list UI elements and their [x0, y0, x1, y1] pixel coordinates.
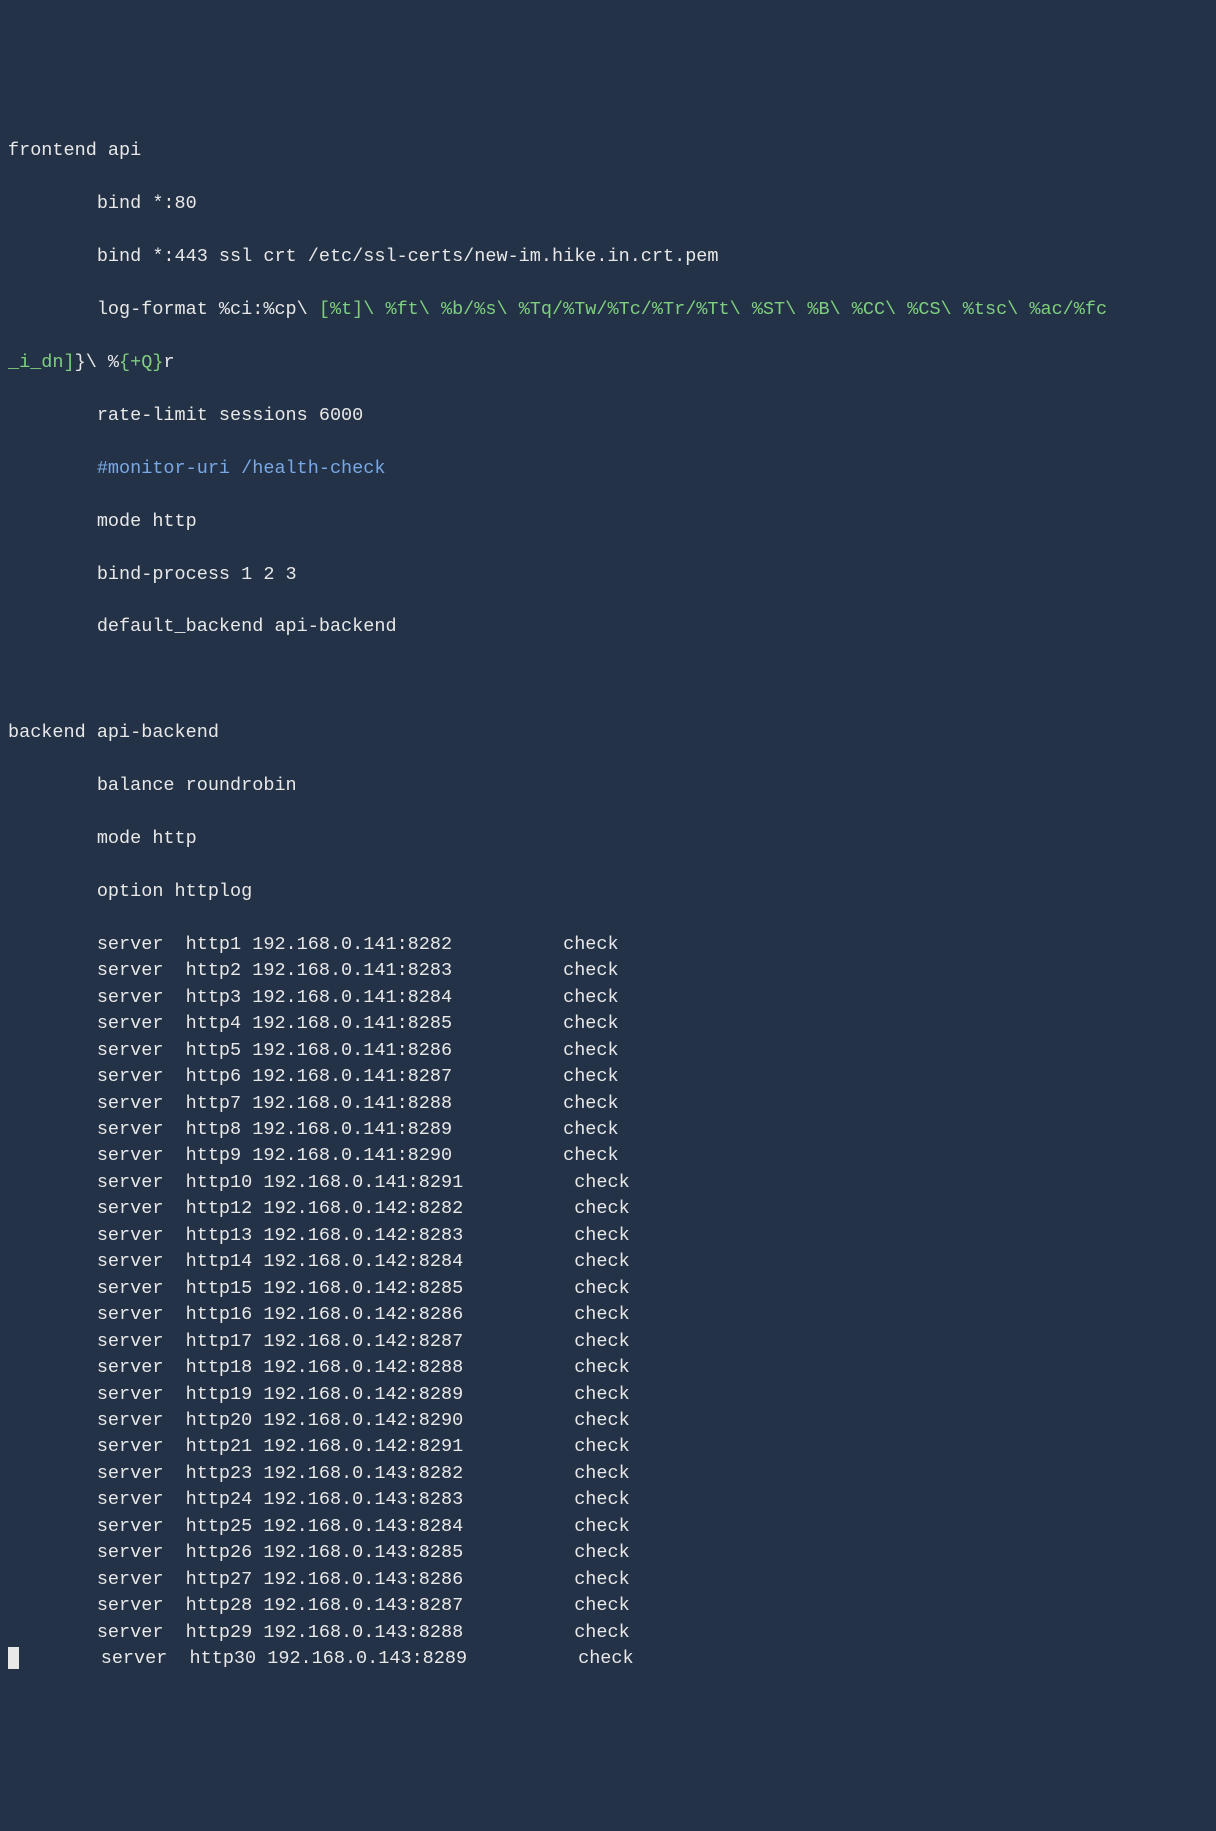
server-line: server http16 192.168.0.142:8286 check: [8, 1302, 1208, 1328]
server-line: server http2 192.168.0.141:8283 check: [8, 958, 1208, 984]
backend-mode: mode http: [8, 826, 1208, 852]
server-line: server http30 192.168.0.143:8289 check: [8, 1646, 1208, 1672]
balance: balance roundrobin: [8, 773, 1208, 799]
bind-443: bind *:443 ssl crt /etc/ssl-certs/new-im…: [8, 244, 1208, 270]
server-line: server http24 192.168.0.143:8283 check: [8, 1487, 1208, 1513]
server-line: server http20 192.168.0.142:8290 check: [8, 1408, 1208, 1434]
backend-header: backend api-backend: [8, 720, 1208, 746]
server-line: server http13 192.168.0.142:8283 check: [8, 1223, 1208, 1249]
server-line: server http6 192.168.0.141:8287 check: [8, 1064, 1208, 1090]
frontend-mode: mode http: [8, 509, 1208, 535]
bind-80: bind *:80: [8, 191, 1208, 217]
server-line: server http9 192.168.0.141:8290 check: [8, 1143, 1208, 1169]
option-httplog: option httplog: [8, 879, 1208, 905]
bind-process: bind-process 1 2 3: [8, 562, 1208, 588]
server-line: server http29 192.168.0.143:8288 check: [8, 1620, 1208, 1646]
server-line: server http17 192.168.0.142:8287 check: [8, 1329, 1208, 1355]
server-line: server http8 192.168.0.141:8289 check: [8, 1117, 1208, 1143]
log-wrap-plain: }\ %: [75, 352, 119, 373]
server-line: server http21 192.168.0.142:8291 check: [8, 1434, 1208, 1460]
default-backend: default_backend api-backend: [8, 614, 1208, 640]
server-line: server http5 192.168.0.141:8286 check: [8, 1038, 1208, 1064]
terminal-cursor: [8, 1647, 19, 1669]
log-format-wrap: _i_dn]}\ %{+Q}r: [8, 350, 1208, 376]
log-wrap-tail: r: [163, 352, 174, 373]
server-line: server http28 192.168.0.143:8287 check: [8, 1593, 1208, 1619]
server-line: server http26 192.168.0.143:8285 check: [8, 1540, 1208, 1566]
server-line: server http1 192.168.0.141:8282 check: [8, 932, 1208, 958]
server-line: server http7 192.168.0.141:8288 check: [8, 1091, 1208, 1117]
monitor-uri-comment: #monitor-uri /health-check: [8, 456, 1208, 482]
server-line: server http25 192.168.0.143:8284 check: [8, 1514, 1208, 1540]
blank-line: [8, 667, 1208, 693]
server-line: server http12 192.168.0.142:8282 check: [8, 1196, 1208, 1222]
log-prefix: log-format %ci:%cp\: [8, 299, 319, 320]
server-line: server http23 192.168.0.143:8282 check: [8, 1461, 1208, 1487]
rate-limit: rate-limit sessions 6000: [8, 403, 1208, 429]
log-wrap-green2: {+Q}: [119, 352, 163, 373]
server-line: server http4 192.168.0.141:8285 check: [8, 1011, 1208, 1037]
server-line: server http18 192.168.0.142:8288 check: [8, 1355, 1208, 1381]
log-format-tokens: [%t]\ %ft\ %b/%s\ %Tq/%Tw/%Tc/%Tr/%Tt\ %…: [319, 299, 1107, 320]
server-line: server http14 192.168.0.142:8284 check: [8, 1249, 1208, 1275]
terminal-editor[interactable]: frontend api bind *:80 bind *:443 ssl cr…: [8, 112, 1208, 1699]
server-line: server http3 192.168.0.141:8284 check: [8, 985, 1208, 1011]
log-wrap-green1: _i_dn]: [8, 352, 75, 373]
frontend-header: frontend api: [8, 138, 1208, 164]
server-line: server http19 192.168.0.142:8289 check: [8, 1382, 1208, 1408]
server-line: server http27 192.168.0.143:8286 check: [8, 1567, 1208, 1593]
log-format-line: log-format %ci:%cp\ [%t]\ %ft\ %b/%s\ %T…: [8, 297, 1208, 323]
server-line: server http10 192.168.0.141:8291 check: [8, 1170, 1208, 1196]
